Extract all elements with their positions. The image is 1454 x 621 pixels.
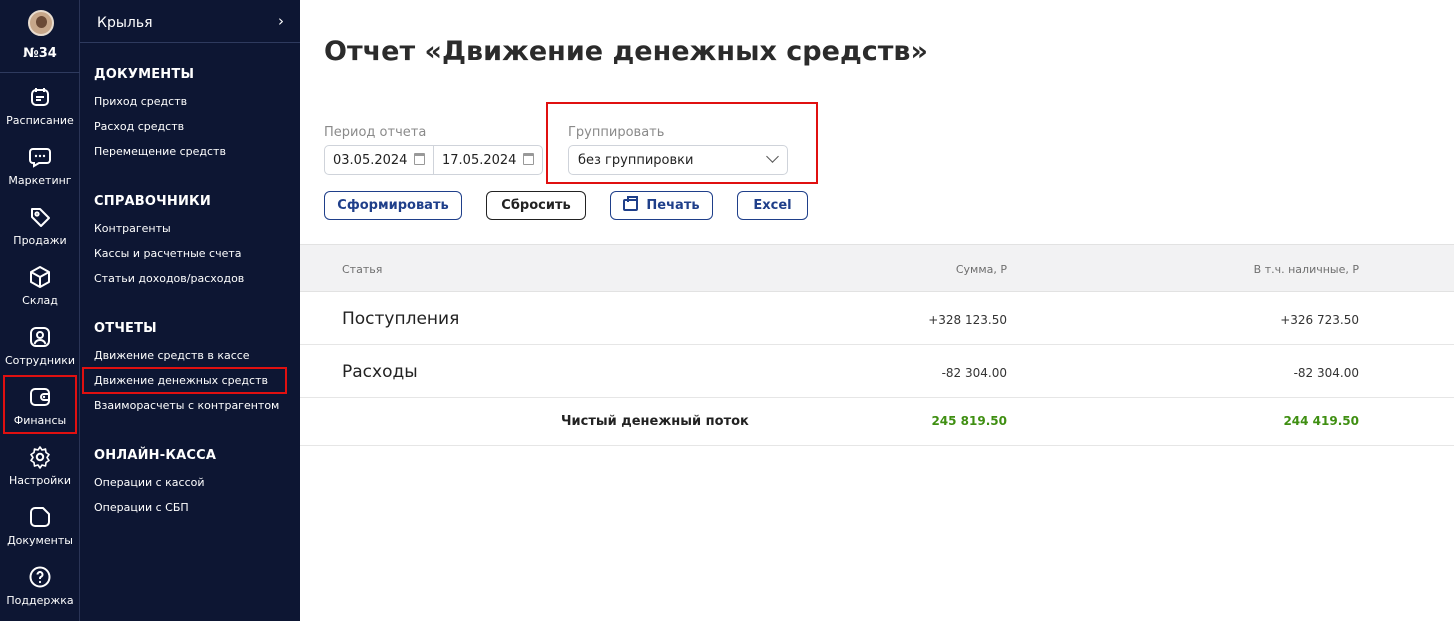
total-cash: 244 419.50 [1283,414,1359,428]
rail-item-label: Настройки [8,474,72,487]
row-name: Поступления [342,309,460,329]
date-from-value: 03.05.2024 [333,153,408,168]
row-cash: -82 304.00 [1293,366,1359,380]
rail-item-label: Продажи [13,234,67,247]
excel-button[interactable]: Excel [737,191,808,220]
total-label: Чистый денежный поток [561,414,749,429]
rail-item-label: Поддержка [6,594,74,607]
nav-section-references: СПРАВОЧНИКИ [94,194,211,209]
rail-item-schedule[interactable]: Расписание [0,75,80,135]
nav-link-kassa-operations[interactable]: Операции с кассой [94,476,205,489]
studio-number: №34 [23,46,57,61]
rail-item-documents[interactable]: Документы [0,495,80,555]
icon-rail: №34 Расписание Маркетинг Продажи Склад С… [0,0,80,621]
section-nav: Крылья › ДОКУМЕНТЫ Приход средств Расход… [80,0,300,621]
nav-link-income[interactable]: Приход средств [94,95,187,108]
period-label: Период отчета [324,125,427,140]
row-sum: +328 123.50 [928,313,1007,327]
print-label: Печать [646,198,700,213]
rail-item-staff[interactable]: Сотрудники [0,315,80,375]
finance-highlight-frame [3,375,77,434]
rail-item-support[interactable]: Поддержка [0,555,80,615]
grouping-highlight-frame [546,102,818,184]
nav-section-documents: ДОКУМЕНТЫ [94,67,195,82]
total-sum: 245 819.50 [931,414,1007,428]
total-row: Чистый денежный поток 245 819.50 244 419… [300,398,1454,446]
row-sum: -82 304.00 [941,366,1007,380]
chat-icon [29,148,51,168]
rail-item-label: Маркетинг [8,174,72,187]
nav-section-online-kassa: ОНЛАЙН-КАССА [94,448,217,463]
generate-button[interactable]: Сформировать [324,191,462,220]
rail-item-settings[interactable]: Настройки [0,435,80,495]
nav-section-reports: ОТЧЕТЫ [94,321,157,336]
gear-icon [30,446,50,469]
calendar-icon [31,88,49,106]
page-title: Отчет «Движение денежных средств» [324,36,928,67]
nav-link-counterparties[interactable]: Контрагенты [94,222,171,235]
print-button[interactable]: Печать [610,191,713,220]
column-header-cash: В т.ч. наличные, Р [1253,263,1359,276]
date-to-value: 17.05.2024 [442,153,517,168]
rail-item-label: Документы [7,534,73,547]
nav-link-cash-accounts[interactable]: Кассы и расчетные счета [94,247,242,260]
nav-link-settlements[interactable]: Взаиморасчеты с контрагентом [94,399,279,412]
table-row: Поступления +328 123.50 +326 723.50 [300,292,1454,345]
tag-icon [31,208,50,227]
nav-link-transfer[interactable]: Перемещение средств [94,145,226,158]
nav-link-sbp-operations[interactable]: Операции с СБП [94,501,189,514]
document-icon [30,507,50,527]
chevron-right-icon: › [278,12,284,30]
row-cash: +326 723.50 [1280,313,1359,327]
table-header: Статья Сумма, Р В т.ч. наличные, Р [300,244,1454,292]
rail-item-label: Склад [22,294,58,307]
date-to-input[interactable]: 17.05.2024 [433,145,543,175]
column-header-sum: Сумма, Р [955,263,1007,276]
user-icon [30,327,50,347]
branch-selector[interactable]: Крылья › [80,0,300,43]
nav-link-articles[interactable]: Статьи доходов/расходов [94,272,244,285]
main-content: Отчет «Движение денежных средств» Период… [300,0,1454,621]
box-icon [30,266,50,288]
rail-item-label: Расписание [6,114,74,127]
branch-name: Крылья [97,15,153,31]
help-icon [29,566,51,588]
row-name: Расходы [342,362,418,382]
column-header-article: Статья [342,263,383,276]
calendar-icon[interactable] [523,153,534,165]
printer-icon [623,196,639,211]
reset-button[interactable]: Сбросить [486,191,586,220]
rail-item-warehouse[interactable]: Склад [0,255,80,315]
date-from-input[interactable]: 03.05.2024 [324,145,434,175]
nav-link-cashbox-flow[interactable]: Движение средств в кассе [94,349,250,362]
avatar[interactable] [28,10,54,36]
nav-highlight-frame [82,367,287,394]
rail-item-label: Сотрудники [4,354,76,367]
table-row: Расходы -82 304.00 -82 304.00 [300,345,1454,398]
rail-divider [0,72,80,73]
calendar-icon[interactable] [414,153,425,165]
rail-item-marketing[interactable]: Маркетинг [0,135,80,195]
nav-link-expense[interactable]: Расход средств [94,120,184,133]
rail-item-sales[interactable]: Продажи [0,195,80,255]
